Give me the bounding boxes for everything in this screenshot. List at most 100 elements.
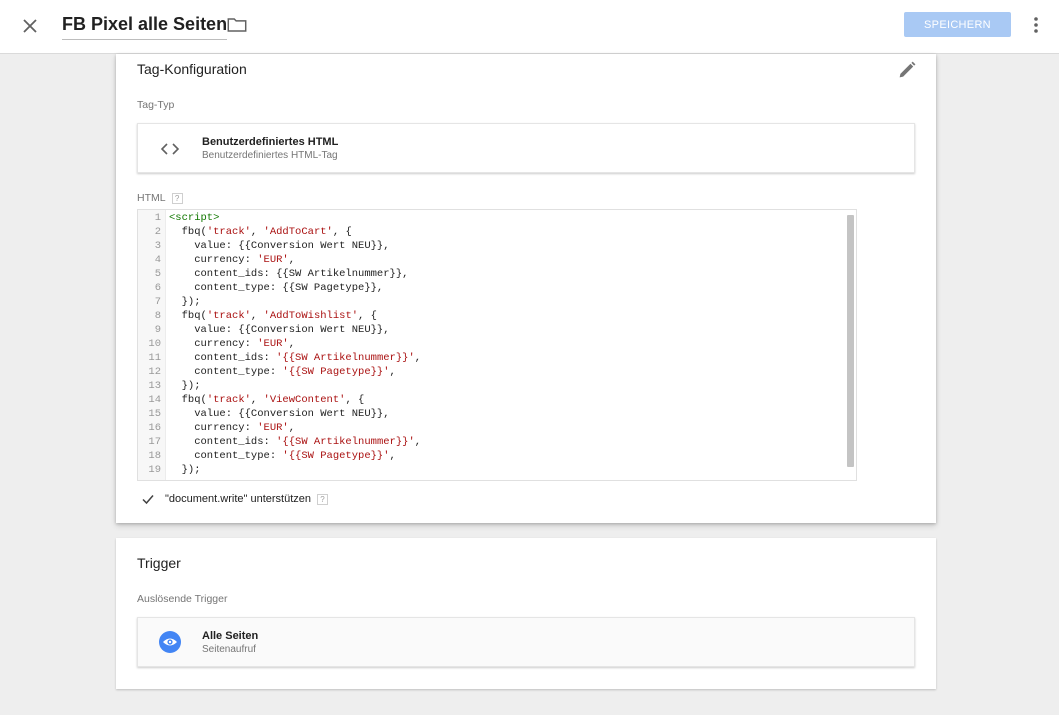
code-line[interactable]: 7 }); (138, 295, 838, 309)
edit-icon[interactable] (896, 59, 918, 81)
help-icon[interactable]: ? (317, 493, 328, 505)
line-number: 19 (148, 464, 161, 476)
code-token: fbq( (169, 394, 207, 406)
close-icon[interactable] (18, 14, 42, 38)
code-text: <script> (169, 211, 219, 225)
code-token: value: {{Conversion Wert NEU}}, (169, 408, 390, 420)
code-token: content_type: (169, 450, 283, 462)
line-number: 8 (154, 310, 161, 322)
line-number: 18 (148, 450, 161, 462)
card-title: Tag-Konfiguration (137, 61, 247, 77)
code-line[interactable]: 6 content_type: {{SW Pagetype}}, (138, 281, 838, 295)
code-token: , (250, 226, 264, 238)
code-line[interactable]: 3 value: {{Conversion Wert NEU}}, (138, 239, 838, 253)
line-number: 14 (148, 394, 161, 406)
line-number: 3 (154, 240, 161, 252)
line-number: 9 (154, 324, 161, 336)
code-icon (158, 138, 182, 160)
code-line[interactable]: 9 value: {{Conversion Wert NEU}}, (138, 323, 838, 337)
tag-name-field[interactable]: FB Pixel alle Seiten (62, 14, 228, 40)
code-text: content_ids: {{SW Artikelnummer}}, (169, 267, 408, 281)
line-number: 12 (148, 366, 161, 378)
code-line[interactable]: 8 fbq('track', 'AddToWishlist', { (138, 309, 838, 323)
line-number: 11 (148, 352, 161, 364)
code-line[interactable]: 10 currency: 'EUR', (138, 337, 838, 351)
code-text: }); (169, 295, 201, 309)
code-token: value: {{Conversion Wert NEU}}, (169, 324, 390, 336)
code-token: 'track' (206, 310, 251, 322)
code-token: , (288, 338, 296, 350)
line-number: 6 (154, 282, 161, 294)
code-token: 'ViewContent' (263, 394, 346, 406)
editor-scrollbar[interactable] (847, 215, 854, 467)
line-number: 1 (154, 212, 161, 224)
html-label-text: HTML (137, 192, 166, 204)
code-line[interactable]: 11 content_ids: '{{SW Artikelnummer}}', (138, 351, 838, 365)
code-token: content_ids: {{SW Artikelnummer}}, (169, 268, 409, 280)
code-token: <script> (169, 212, 220, 224)
code-line[interactable]: 1 <script> (138, 211, 838, 225)
code-token: }); (169, 464, 201, 476)
code-line[interactable]: 14 fbq('track', 'ViewContent', { (138, 393, 838, 407)
code-text: fbq('track', 'AddToWishlist', { (169, 309, 377, 323)
tag-type-description: Benutzerdefiniertes HTML-Tag (202, 150, 338, 161)
code-token: , (389, 366, 396, 378)
code-line[interactable]: 15 value: {{Conversion Wert NEU}}, (138, 407, 838, 421)
code-token: '{{SW Artikelnummer}}' (276, 436, 415, 448)
code-line[interactable]: 16 currency: 'EUR', (138, 421, 838, 435)
code-token: fbq( (169, 310, 207, 322)
help-icon[interactable]: ? (171, 192, 183, 204)
code-text: currency: 'EUR', (169, 421, 295, 435)
code-token: 'track' (206, 394, 251, 406)
code-line[interactable]: 12 content_type: '{{SW Pagetype}}', (138, 365, 838, 379)
code-token: 'track' (206, 226, 251, 238)
folder-icon[interactable] (226, 14, 248, 36)
code-token: , (288, 254, 296, 266)
code-token: content_ids: (169, 436, 277, 448)
code-token: currency: (169, 422, 258, 434)
code-token: 'EUR' (257, 422, 289, 434)
code-line[interactable]: 17 content_ids: '{{SW Artikelnummer}}', (138, 435, 838, 449)
code-line[interactable]: 19 }); (138, 463, 838, 477)
line-number: 16 (148, 422, 161, 434)
html-code-editor[interactable]: 1 <script> 2 fbq('track', 'AddToCart', {3 … (137, 209, 857, 481)
code-text: currency: 'EUR', (169, 337, 295, 351)
code-text: fbq('track', 'AddToCart', { (169, 225, 352, 239)
code-text: content_ids: '{{SW Artikelnummer}}', (169, 435, 421, 449)
card-title: Trigger (137, 555, 181, 571)
more-vert-icon[interactable] (1025, 13, 1047, 37)
line-number: 2 (154, 226, 161, 238)
trigger-type: Seitenaufruf (202, 644, 256, 655)
code-line[interactable]: 18 content_type: '{{SW Pagetype}}', (138, 449, 838, 463)
code-token: , { (332, 226, 352, 238)
tag-type-label: Tag-Typ (137, 99, 175, 111)
code-token: value: {{Conversion Wert NEU}}, (169, 240, 390, 252)
trigger-item-all-pages[interactable]: Alle Seiten Seitenaufruf (137, 617, 915, 667)
check-icon[interactable] (141, 492, 155, 506)
code-line[interactable]: 5 content_ids: {{SW Artikelnummer}}, (138, 267, 838, 281)
code-text: fbq('track', 'ViewContent', { (169, 393, 365, 407)
code-token: , (250, 394, 264, 406)
code-line[interactable]: 2 fbq('track', 'AddToCart', { (138, 225, 838, 239)
code-token: currency: (169, 338, 258, 350)
code-token: , (414, 436, 422, 448)
code-token: , (250, 310, 264, 322)
tag-type-name: Benutzerdefiniertes HTML (202, 136, 339, 148)
tag-type-selector[interactable]: Benutzerdefiniertes HTML Benutzerdefinie… (137, 123, 915, 173)
code-token: , (288, 422, 296, 434)
code-text: }); (169, 379, 201, 393)
code-token: }); (169, 380, 201, 392)
line-number: 5 (154, 268, 161, 280)
code-line[interactable]: 13 }); (138, 379, 838, 393)
save-button[interactable]: Speichern (904, 12, 1011, 37)
code-token: , (389, 450, 396, 462)
code-token: content_type: {{SW Pagetype}}, (169, 282, 384, 294)
line-number: 15 (148, 408, 161, 420)
code-line[interactable]: 4 currency: 'EUR', (138, 253, 838, 267)
code-token: '{{SW Pagetype}}' (282, 450, 390, 462)
trigger-card: Trigger Auslösende Trigger Alle Seiten S… (116, 538, 936, 689)
html-label: HTML? (137, 192, 183, 204)
trigger-name: Alle Seiten (202, 630, 259, 642)
code-token: fbq( (169, 226, 207, 238)
document-write-label: "document.write" unterstützen? (165, 493, 328, 505)
